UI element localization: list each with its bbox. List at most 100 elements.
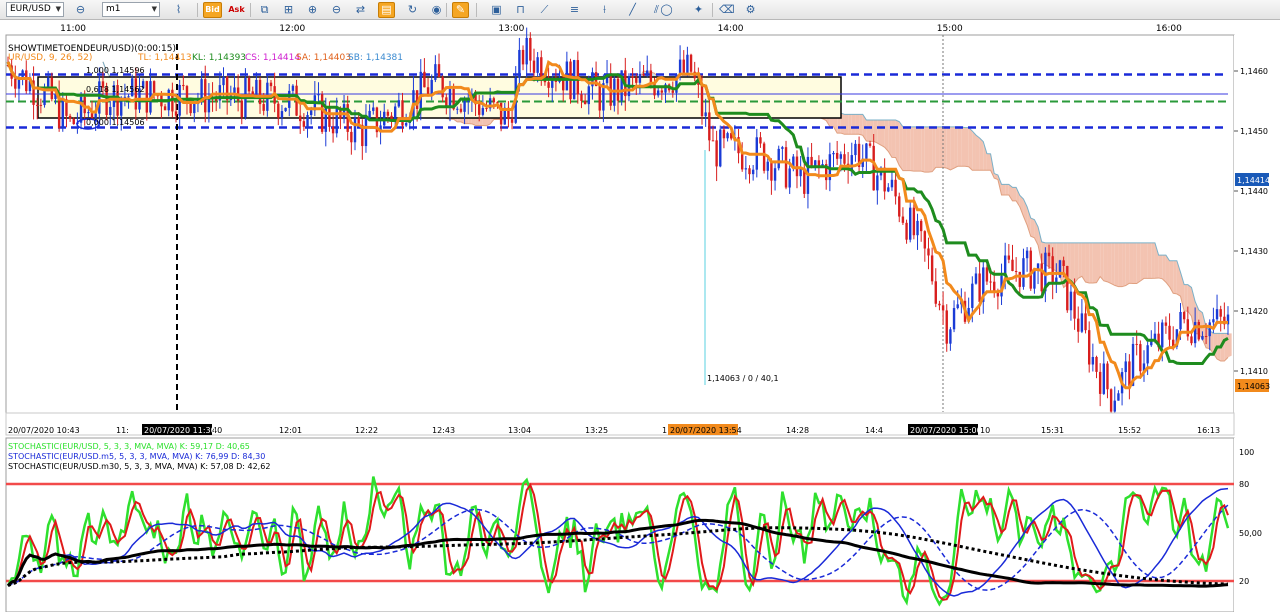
candle-body xyxy=(919,220,923,232)
candle-body xyxy=(638,73,642,83)
chart-type-icon[interactable]: ⌇ xyxy=(170,2,187,18)
candle-body xyxy=(477,104,481,115)
candle-body xyxy=(850,155,853,170)
toolbar-separator xyxy=(476,3,477,17)
candle-body xyxy=(1014,271,1018,273)
cloud-segment xyxy=(1114,242,1119,287)
candle-body xyxy=(1164,322,1168,326)
candle-body xyxy=(68,115,72,119)
candle-body xyxy=(536,57,539,73)
line-tools-icon[interactable]: ⟋ xyxy=(536,2,553,18)
stoch-tick-80: 80 xyxy=(1239,480,1249,489)
candle-body xyxy=(1106,363,1109,390)
candle-body xyxy=(580,94,583,101)
cloud-segment xyxy=(1089,242,1093,284)
lines-icon[interactable]: ≡ xyxy=(566,2,583,18)
candle-body xyxy=(1161,322,1164,348)
globe-icon[interactable]: ◉ xyxy=(428,2,445,18)
top-time-label: 14:00 xyxy=(718,24,744,34)
fib-icon[interactable]: ⟊ xyxy=(596,2,613,18)
candle-body xyxy=(481,108,485,115)
candle-body xyxy=(280,111,284,118)
symbol-select[interactable]: EUR/USD ▼ xyxy=(6,2,64,17)
candle-body xyxy=(952,308,956,330)
candle-body xyxy=(1168,325,1171,340)
candle-body xyxy=(1215,309,1219,320)
candle-body xyxy=(901,216,905,223)
cloud-segment xyxy=(972,131,976,171)
rotate-icon[interactable]: ↻ xyxy=(404,2,421,18)
objects-icon[interactable]: ⧉ xyxy=(256,2,273,18)
cloud-segment xyxy=(1151,242,1155,279)
candle-body xyxy=(1146,345,1149,364)
candle-body xyxy=(547,82,550,88)
candle-body xyxy=(909,207,912,240)
candle-body xyxy=(1066,265,1069,311)
candle-body xyxy=(660,90,664,93)
candle-body xyxy=(72,118,75,125)
candle-body xyxy=(985,267,989,282)
ichimoku-tl: TL: 1,14413 xyxy=(137,53,192,63)
candle-body xyxy=(788,168,791,188)
cloud-segment xyxy=(1118,242,1123,287)
pencil-icon[interactable]: ✎ xyxy=(452,2,469,18)
cloud-segment xyxy=(1005,184,1009,195)
toolbar-separator xyxy=(250,3,251,17)
stoch-tick-50: 50,00 xyxy=(1239,529,1262,538)
highlight-icon[interactable]: ▤ xyxy=(378,2,395,18)
price-tick-label: 1,1420 xyxy=(1240,307,1268,316)
trend-icon[interactable]: ╱ xyxy=(624,2,641,18)
stoch-tick-100: 100 xyxy=(1239,448,1254,457)
candle-body xyxy=(419,71,422,109)
image-icon[interactable]: ▣ xyxy=(488,2,505,18)
stoch-label-m1: STOCHASTIC(EUR/USD, 5, 3, 3, MVA, MVA) K… xyxy=(8,442,250,451)
candle-body xyxy=(1179,311,1182,330)
candle-body xyxy=(1084,313,1087,331)
scroll-icon[interactable]: ⇄ xyxy=(352,2,369,18)
candle-body xyxy=(653,82,656,96)
time-tick-label: 20/07/2020 10:43 xyxy=(8,426,80,435)
candle-body xyxy=(1204,336,1208,338)
settings-icon[interactable]: ⚙ xyxy=(742,2,759,18)
low-price-label: 1,14063 xyxy=(1237,382,1270,391)
crosshair-icon[interactable]: ⊞ xyxy=(280,2,297,18)
chart-area[interactable]: 11:00 12:00 13:00 14:00 15:00 16:00 SHOWTIMET… xyxy=(0,20,1280,612)
zoom-in-icon[interactable]: ⊕ xyxy=(304,2,321,18)
chart-link-icon[interactable]: ⊖ xyxy=(72,2,89,18)
candle-body xyxy=(1186,319,1190,337)
candle-body xyxy=(748,168,751,175)
top-time-label: 12:00 xyxy=(279,24,305,34)
stoch-label-m30: STOCHASTIC(EUR/USD.m30, 5, 3, 3, MVA, MV… xyxy=(8,462,270,471)
candle-body xyxy=(843,154,846,164)
cloud-segment xyxy=(1122,242,1126,287)
candle-body xyxy=(949,329,952,344)
candle-body xyxy=(109,106,112,115)
cloud-segment xyxy=(1228,333,1232,358)
top-time-label: 11:00 xyxy=(60,24,86,34)
candle-body xyxy=(1091,356,1095,365)
magnet-icon[interactable]: ⊓ xyxy=(512,2,529,18)
time-tick-label: 14:28 xyxy=(786,426,809,435)
candle-body xyxy=(1135,343,1138,345)
cloud-segment xyxy=(965,127,969,167)
candle-body xyxy=(682,59,685,73)
price-tick-label: 1,1410 xyxy=(1240,367,1268,376)
eraser-icon[interactable]: ⌫ xyxy=(718,2,735,18)
cloud-segment xyxy=(899,121,903,171)
price-tick-label: 1,1430 xyxy=(1240,247,1268,256)
candle-body xyxy=(916,220,919,236)
candle-body xyxy=(200,79,203,99)
cloud-segment xyxy=(935,126,940,168)
cloud-segment xyxy=(1103,242,1108,282)
cloud-segment xyxy=(880,120,885,148)
shape-icon[interactable]: ◯ xyxy=(658,2,675,18)
text-icon[interactable]: ✦ xyxy=(690,2,707,18)
cloud-segment xyxy=(950,126,955,170)
bid-button[interactable]: Bid xyxy=(203,2,222,18)
candle-body xyxy=(1113,400,1116,412)
zoom-out-icon[interactable]: ⊖ xyxy=(328,2,345,18)
cloud-segment xyxy=(1184,284,1188,312)
ask-button[interactable]: Ask xyxy=(227,2,246,18)
timeframe-select[interactable]: m1 ▼ xyxy=(102,2,160,17)
candle-body xyxy=(174,111,178,116)
